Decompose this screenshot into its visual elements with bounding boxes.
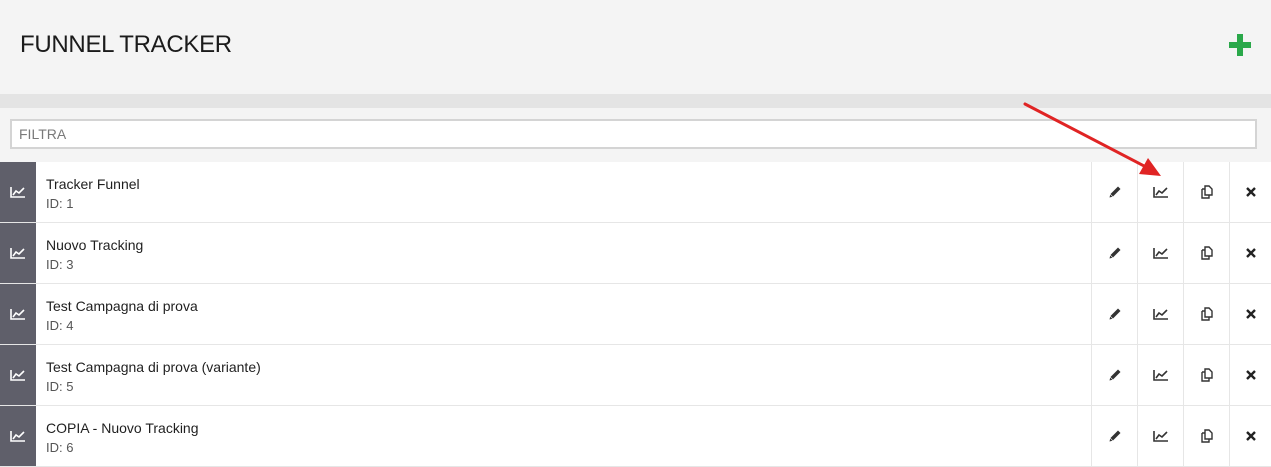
item-name: Test Campagna di prova (variante) xyxy=(46,359,261,375)
duplicate-icon xyxy=(1200,429,1213,443)
duplicate-icon xyxy=(1200,368,1213,382)
header-divider xyxy=(0,94,1271,108)
edit-pencil-icon xyxy=(1109,247,1120,259)
page-title: FUNNEL TRACKER xyxy=(20,31,232,58)
line-chart-icon xyxy=(10,309,25,320)
delete-x-icon xyxy=(1245,187,1256,197)
delete-button[interactable] xyxy=(1229,223,1271,283)
edit-pencil-icon xyxy=(1109,430,1120,442)
stats-button[interactable] xyxy=(1137,284,1183,344)
duplicate-icon xyxy=(1200,185,1213,199)
line-chart-icon xyxy=(10,370,25,381)
duplicate-icon xyxy=(1200,307,1213,321)
duplicate-button[interactable] xyxy=(1183,223,1229,283)
edit-button[interactable] xyxy=(1091,345,1137,405)
line-chart-icon xyxy=(10,187,25,198)
row-chart-button[interactable] xyxy=(0,345,36,405)
edit-button[interactable] xyxy=(1091,406,1137,466)
filter-bar xyxy=(0,108,1271,162)
delete-x-icon xyxy=(1245,248,1256,258)
page-header: FUNNEL TRACKER xyxy=(0,0,1271,94)
edit-pencil-icon xyxy=(1109,308,1120,320)
delete-button[interactable] xyxy=(1229,162,1271,222)
plus-icon xyxy=(1229,34,1251,56)
add-button[interactable] xyxy=(1229,34,1251,56)
line-chart-icon xyxy=(10,248,25,259)
list-item: COPIA - Nuovo Tracking ID: 6 xyxy=(0,406,1271,467)
list-item: Test Campagna di prova ID: 4 xyxy=(0,284,1271,345)
item-id: ID: 5 xyxy=(46,379,74,394)
item-name: COPIA - Nuovo Tracking xyxy=(46,420,199,436)
stats-chart-icon xyxy=(1152,431,1168,442)
delete-x-icon xyxy=(1245,370,1256,380)
duplicate-button[interactable] xyxy=(1183,345,1229,405)
stats-button[interactable] xyxy=(1137,345,1183,405)
edit-button[interactable] xyxy=(1091,223,1137,283)
list-item: Nuovo Tracking ID: 3 xyxy=(0,223,1271,284)
duplicate-button[interactable] xyxy=(1183,406,1229,466)
duplicate-button[interactable] xyxy=(1183,162,1229,222)
item-id: ID: 4 xyxy=(46,318,74,333)
edit-pencil-icon xyxy=(1109,186,1120,198)
row-chart-button[interactable] xyxy=(0,162,36,222)
item-id: ID: 1 xyxy=(46,196,74,211)
row-chart-button[interactable] xyxy=(0,223,36,283)
delete-x-icon xyxy=(1245,431,1256,441)
row-chart-button[interactable] xyxy=(0,406,36,466)
item-name: Test Campagna di prova xyxy=(46,298,198,314)
stats-chart-icon xyxy=(1152,187,1168,198)
duplicate-icon xyxy=(1200,246,1213,260)
list-item: Tracker Funnel ID: 1 xyxy=(0,162,1271,223)
edit-button[interactable] xyxy=(1091,284,1137,344)
delete-button[interactable] xyxy=(1229,406,1271,466)
edit-button[interactable] xyxy=(1091,162,1137,222)
stats-button[interactable] xyxy=(1137,223,1183,283)
item-name: Tracker Funnel xyxy=(46,176,140,192)
delete-button[interactable] xyxy=(1229,284,1271,344)
item-id: ID: 6 xyxy=(46,440,74,455)
edit-pencil-icon xyxy=(1109,369,1120,381)
stats-chart-icon xyxy=(1152,309,1168,320)
stats-chart-icon xyxy=(1152,370,1168,381)
duplicate-button[interactable] xyxy=(1183,284,1229,344)
delete-button[interactable] xyxy=(1229,345,1271,405)
stats-button[interactable] xyxy=(1137,162,1183,222)
tracker-list: Tracker Funnel ID: 1 Nuovo Tracking ID: … xyxy=(0,162,1271,467)
item-name: Nuovo Tracking xyxy=(46,237,144,253)
list-item: Test Campagna di prova (variante) ID: 5 xyxy=(0,345,1271,406)
delete-x-icon xyxy=(1245,309,1256,319)
stats-button[interactable] xyxy=(1137,406,1183,466)
stats-chart-icon xyxy=(1152,248,1168,259)
filter-input[interactable] xyxy=(10,119,1257,149)
line-chart-icon xyxy=(10,431,25,442)
row-chart-button[interactable] xyxy=(0,284,36,344)
item-id: ID: 3 xyxy=(46,257,74,272)
